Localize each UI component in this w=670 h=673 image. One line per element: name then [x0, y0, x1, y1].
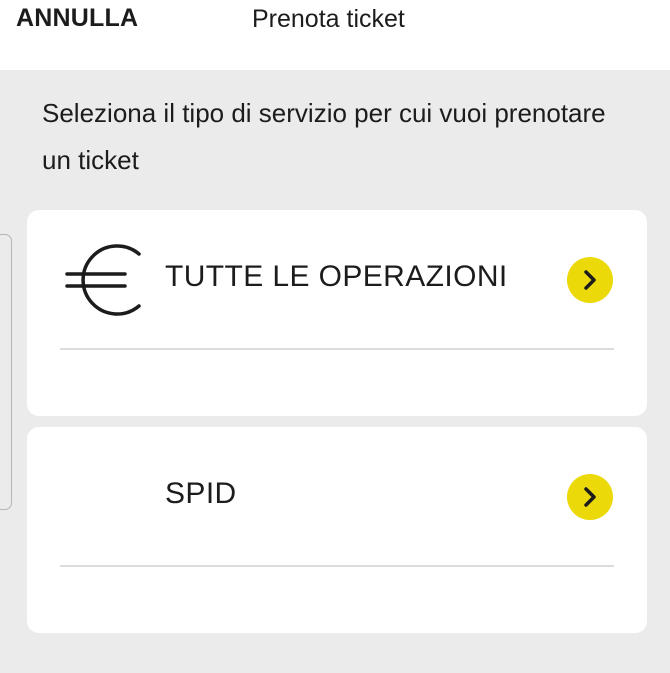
- chevron-right-icon[interactable]: [567, 257, 613, 303]
- chevron-right-icon[interactable]: [567, 474, 613, 520]
- page-title: Prenota ticket: [252, 5, 405, 33]
- cancel-button[interactable]: ANNULLA: [16, 4, 138, 33]
- service-card-spid[interactable]: SPID: [27, 427, 647, 633]
- service-label: TUTTE LE OPERAZIONI: [165, 260, 508, 293]
- side-panel-edge: [0, 234, 12, 510]
- card-divider: [60, 565, 614, 567]
- service-card-all-operations[interactable]: TUTTE LE OPERAZIONI: [27, 210, 647, 416]
- card-divider: [60, 348, 614, 350]
- top-bar: ANNULLA Prenota ticket: [0, 0, 670, 70]
- euro-icon: [65, 240, 145, 320]
- intro-text: Seleziona il tipo di servizio per cui vu…: [42, 98, 606, 175]
- service-label: SPID: [165, 477, 237, 510]
